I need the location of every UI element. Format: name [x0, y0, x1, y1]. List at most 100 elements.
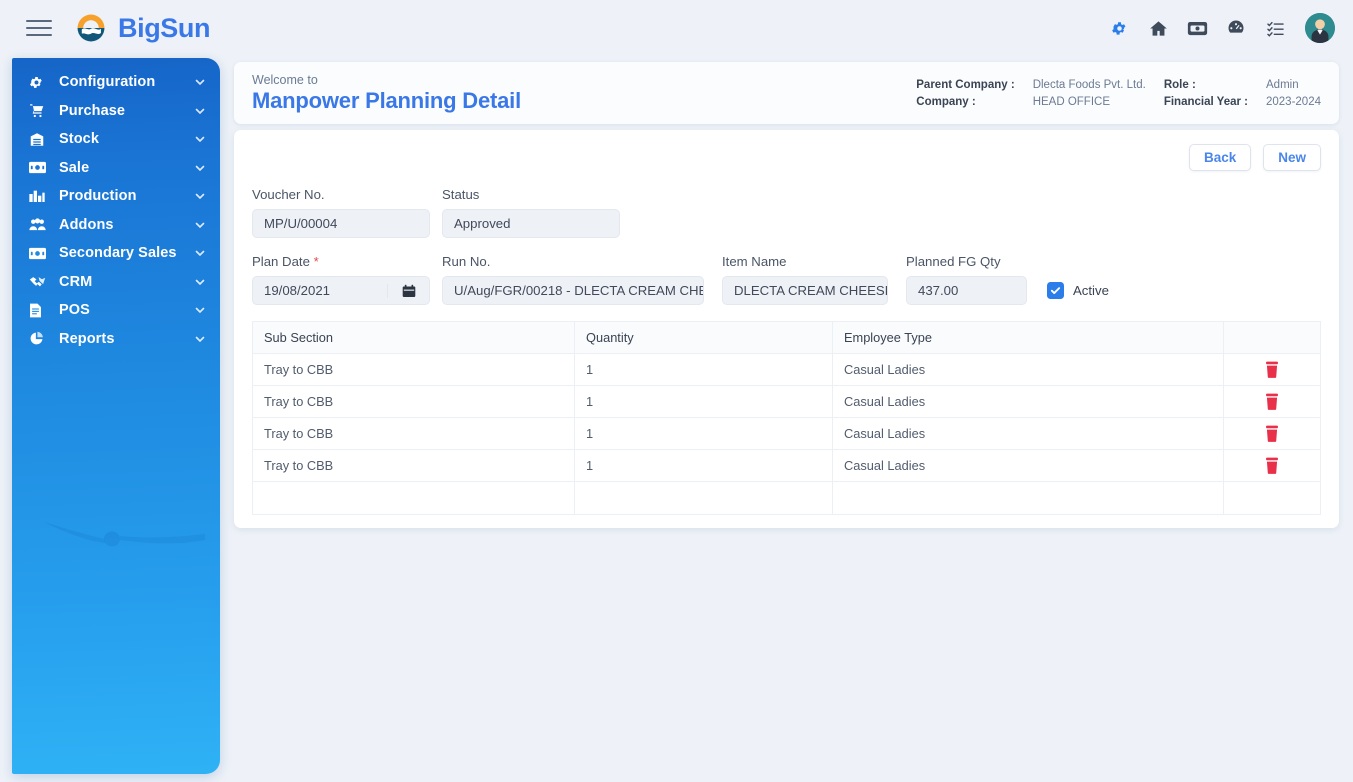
plan-date-label: Plan Date *	[252, 254, 430, 269]
page-title-block: Welcome to Manpower Planning Detail	[252, 73, 521, 114]
table-row[interactable]	[253, 482, 1320, 515]
sidebar-item-stock[interactable]: Stock	[12, 125, 220, 154]
cell-employee-type: Casual Ladies	[833, 354, 1224, 385]
sidebar-item-configuration[interactable]: Configuration	[12, 68, 220, 97]
parent-company-value: Dlecta Foods Pvt. Ltd.	[1032, 78, 1146, 91]
financial-year-label: Financial Year :	[1163, 95, 1248, 108]
required-marker: *	[313, 254, 319, 269]
run-no-input[interactable]: U/Aug/FGR/00218 - DLECTA CREAM CHEES	[442, 276, 704, 305]
cell-actions	[1224, 450, 1320, 481]
table-row[interactable]: Tray to CBB 1 Casual Ladies	[253, 354, 1320, 386]
sidebar-item-secondary-sales[interactable]: Secondary Sales	[12, 239, 220, 268]
document-icon	[29, 301, 51, 319]
cell-quantity	[575, 482, 833, 514]
top-icon-group	[1108, 13, 1335, 43]
chevron-down-icon	[195, 279, 205, 285]
brand-name-part2: Sun	[160, 12, 211, 43]
sidebar-item-crm[interactable]: CRM	[12, 268, 220, 297]
plan-date-input[interactable]: 19/08/2021	[252, 276, 430, 305]
item-name-label: Item Name	[722, 254, 787, 269]
sidebar-item-label: CRM	[59, 273, 93, 290]
field-planned-fg-qty: Planned FG Qty 437.00	[906, 254, 1027, 305]
money-icon	[29, 159, 51, 177]
role-value: Admin	[1266, 78, 1299, 91]
settings-icon[interactable]	[1108, 17, 1130, 39]
cell-employee-type	[833, 482, 1224, 514]
company-value: HEAD OFFICE	[1032, 95, 1110, 108]
new-button[interactable]: New	[1263, 144, 1321, 171]
delete-icon[interactable]	[1265, 457, 1279, 474]
sidebar-item-label: POS	[59, 302, 90, 319]
chevron-down-icon	[195, 165, 205, 171]
top-bar: BigSun	[0, 0, 1353, 56]
plan-date-value: 19/08/2021	[264, 283, 331, 298]
cell-sub-section	[253, 482, 575, 514]
welcome-text: Welcome to	[252, 72, 318, 87]
menu-toggle-icon[interactable]	[26, 18, 52, 38]
cell-sub-section: Tray to CBB	[253, 450, 575, 481]
delete-icon[interactable]	[1265, 425, 1279, 442]
page-title: Manpower Planning Detail	[252, 87, 522, 113]
status-input[interactable]: Approved	[442, 209, 620, 238]
delete-icon[interactable]	[1265, 393, 1279, 410]
table-row[interactable]: Tray to CBB 1 Casual Ladies	[253, 450, 1320, 482]
item-name-input[interactable]: DLECTA CREAM CHEESE 1K	[722, 276, 888, 305]
column-header-actions	[1224, 322, 1320, 353]
sidebar-item-reports[interactable]: Reports	[12, 325, 220, 354]
factory-icon	[29, 187, 51, 205]
active-checkbox-label: Active	[1073, 283, 1109, 298]
detail-card: Back New Voucher No. MP/U/00004 Status A…	[234, 130, 1339, 528]
delete-icon[interactable]	[1265, 361, 1279, 378]
role-label: Role :	[1163, 78, 1196, 91]
table-header-row: Sub Section Quantity Employee Type	[253, 322, 1320, 354]
brand-logo-link[interactable]: BigSun	[74, 11, 210, 45]
field-voucher-no: Voucher No. MP/U/00004	[252, 187, 430, 238]
dashboard-icon[interactable]	[1225, 17, 1247, 39]
cell-employee-type: Casual Ladies	[833, 418, 1224, 449]
cell-actions	[1224, 482, 1320, 514]
home-icon[interactable]	[1147, 17, 1169, 39]
sidebar-item-production[interactable]: Production	[12, 182, 220, 211]
card-icon[interactable]	[1186, 17, 1208, 39]
voucher-no-input[interactable]: MP/U/00004	[252, 209, 430, 238]
sidebar-item-label: Addons	[59, 216, 114, 233]
field-run-no: Run No. U/Aug/FGR/00218 - DLECTA CREAM C…	[442, 254, 704, 305]
cell-sub-section: Tray to CBB	[253, 386, 575, 417]
sidebar-item-addons[interactable]: Addons	[12, 211, 220, 240]
user-avatar[interactable]	[1305, 13, 1335, 43]
cell-quantity: 1	[575, 386, 833, 417]
cell-sub-section: Tray to CBB	[253, 354, 575, 385]
cell-sub-section: Tray to CBB	[253, 418, 575, 449]
parent-company-label: Parent Company :	[916, 78, 1015, 91]
piechart-icon	[29, 330, 51, 348]
context-meta: Parent Company : Dlecta Foods Pvt. Ltd. …	[916, 79, 1321, 108]
avatar-image	[1305, 13, 1335, 43]
sidebar-item-label: Configuration	[59, 74, 156, 91]
sidebar-item-purchase[interactable]: Purchase	[12, 97, 220, 126]
bird-decoration-icon	[44, 522, 205, 547]
cell-employee-type: Casual Ladies	[833, 386, 1224, 417]
field-status: Status Approved	[442, 187, 620, 238]
chevron-down-icon	[195, 250, 205, 257]
chevron-down-icon	[195, 307, 205, 314]
checkbox-checked-icon	[1047, 282, 1064, 299]
column-header-employee-type: Employee Type	[833, 322, 1224, 353]
active-checkbox[interactable]: Active	[1047, 276, 1109, 305]
calendar-icon[interactable]	[387, 283, 429, 298]
table-row[interactable]: Tray to CBB 1 Casual Ladies	[253, 418, 1320, 450]
sidebar-item-pos[interactable]: POS	[12, 296, 220, 325]
checklist-icon[interactable]	[1264, 17, 1286, 39]
cell-quantity: 1	[575, 418, 833, 449]
back-button[interactable]: Back	[1188, 144, 1252, 171]
table-row[interactable]: Tray to CBB 1 Casual Ladies	[253, 386, 1320, 418]
sidebar-item-label: Secondary Sales	[59, 245, 177, 262]
chevron-down-icon	[195, 79, 205, 86]
field-item-name: Item Name DLECTA CREAM CHEESE 1K	[722, 254, 888, 305]
plan-date-label-text: Plan Date	[252, 254, 310, 269]
column-header-quantity: Quantity	[575, 322, 833, 353]
manpower-lines-table: Sub Section Quantity Employee Type Tray …	[252, 321, 1321, 515]
sidebar-item-sale[interactable]: Sale	[12, 154, 220, 183]
gear-icon	[29, 73, 51, 91]
bigsun-logo-icon	[77, 14, 105, 42]
planned-fg-qty-input[interactable]: 437.00	[906, 276, 1027, 305]
